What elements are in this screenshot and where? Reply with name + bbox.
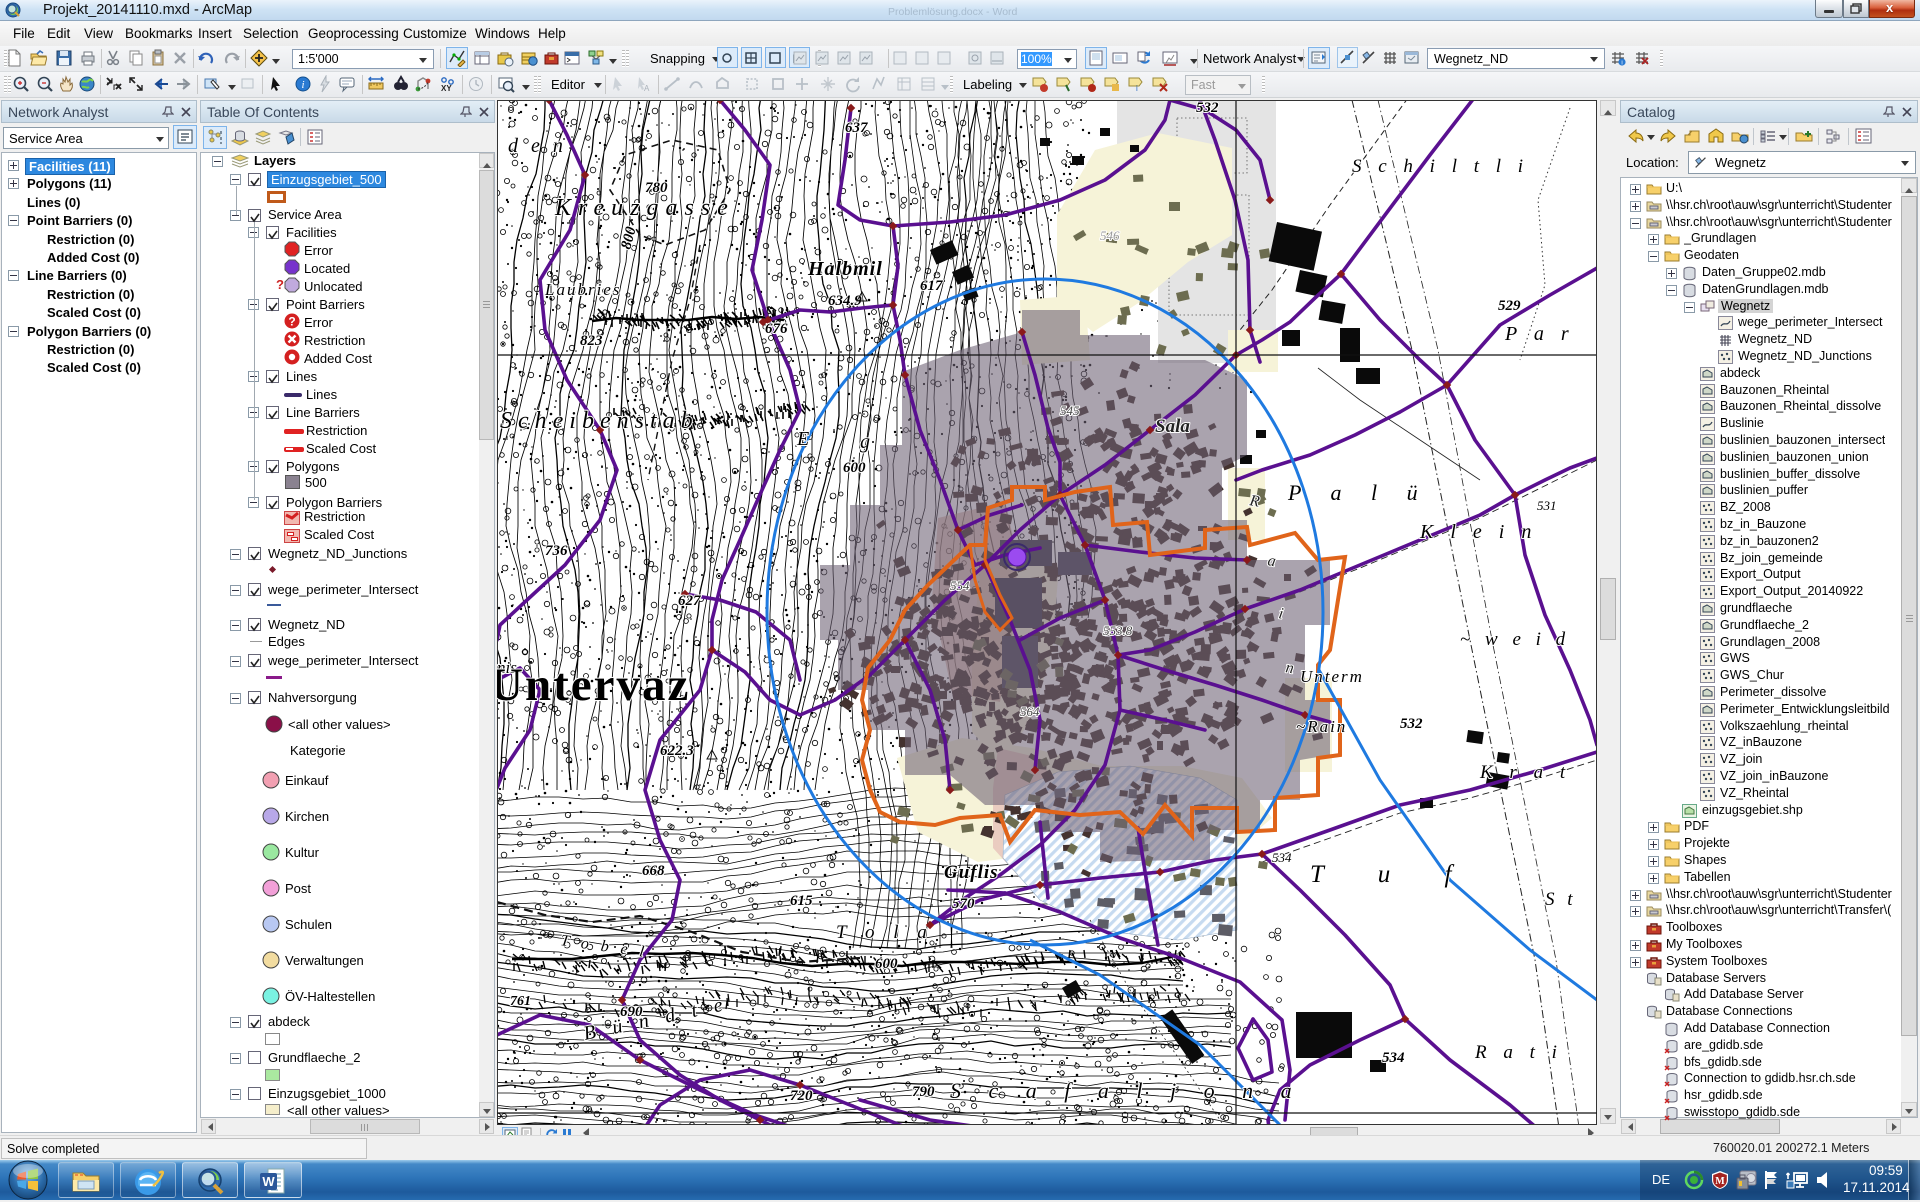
svg-text:?: ? xyxy=(288,315,295,329)
svg-text:i: i xyxy=(1136,84,1138,93)
svg-text:A: A xyxy=(644,84,650,93)
svg-text:XY: XY xyxy=(441,84,452,93)
svg-text:i: i xyxy=(1621,60,1622,66)
svg-text:i: i xyxy=(301,79,304,91)
